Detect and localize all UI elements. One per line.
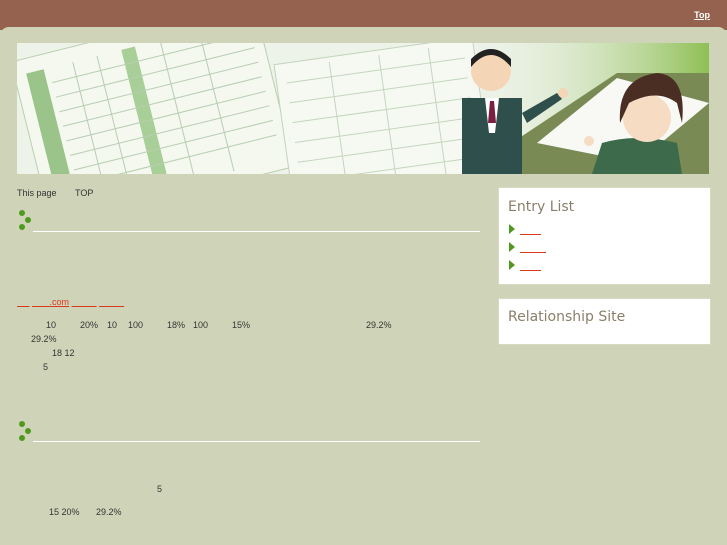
article-text: 15 20% bbox=[49, 507, 80, 517]
article-text: 18% bbox=[167, 320, 186, 330]
entry-link[interactable] bbox=[520, 260, 541, 271]
breadcrumb-current[interactable]: TOP bbox=[75, 188, 93, 198]
article-text: 29.2% bbox=[366, 320, 392, 330]
article-text: 100 bbox=[193, 320, 209, 330]
entry-list-title: Entry List bbox=[508, 199, 575, 215]
article-text: 10 bbox=[46, 320, 57, 330]
top-bar bbox=[0, 0, 727, 30]
article-text: 29.2% bbox=[96, 507, 122, 517]
arrow-right-icon bbox=[509, 260, 515, 270]
entry-link[interactable] bbox=[520, 224, 541, 235]
arrow-right-icon bbox=[509, 224, 515, 234]
arrow-right-icon bbox=[509, 242, 515, 252]
breadcrumb-label: This page bbox=[17, 188, 57, 198]
article-text: 5 bbox=[157, 484, 163, 494]
article-title-rule bbox=[33, 441, 480, 442]
heading-bullet-icon bbox=[19, 421, 31, 441]
entry-link[interactable] bbox=[520, 242, 546, 253]
article-link-group[interactable]: .com bbox=[17, 297, 124, 307]
heading-bullet-icon bbox=[19, 210, 31, 230]
article-text: 15% bbox=[232, 320, 251, 330]
top-link[interactable]: Top bbox=[694, 10, 710, 20]
relationship-site-title: Relationship Site bbox=[508, 309, 626, 325]
article-text: 18 12 bbox=[52, 348, 75, 358]
entry-list-box: Entry List bbox=[498, 187, 711, 285]
article-text: 20% bbox=[80, 320, 99, 330]
article-text: 5 bbox=[43, 362, 49, 372]
article-text: 10 bbox=[107, 320, 118, 330]
article-text: 100 bbox=[128, 320, 144, 330]
article-text: 29.2% bbox=[31, 334, 57, 344]
article-title-rule bbox=[33, 231, 480, 232]
header-banner-image bbox=[17, 43, 709, 174]
relationship-site-box: Relationship Site bbox=[498, 298, 711, 345]
